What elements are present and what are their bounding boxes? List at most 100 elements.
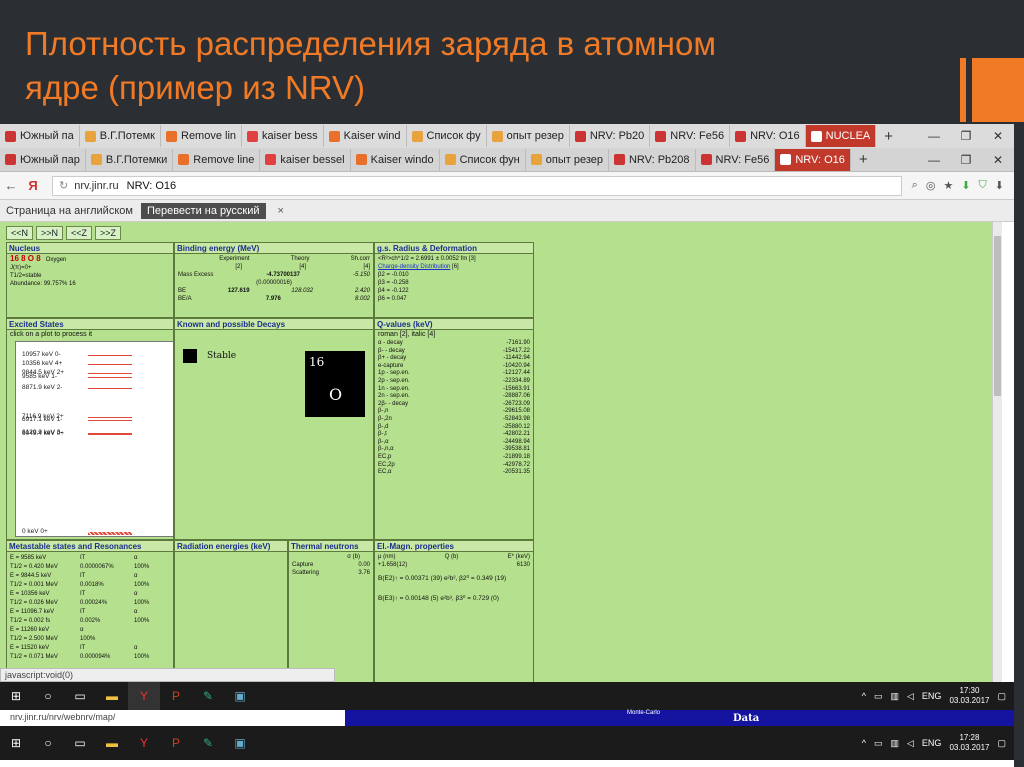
tab[interactable]: Remove line (173, 148, 261, 171)
translate-close-icon[interactable]: × (278, 205, 284, 217)
q-value-row: β- - decay -15417.22 (378, 347, 530, 354)
tab[interactable]: NRV: Fe56 (696, 148, 776, 171)
search-icon[interactable]: ○ (32, 682, 64, 710)
translate-button[interactable]: Перевести на русский (140, 202, 266, 219)
volume-icon[interactable]: ◁ (907, 738, 914, 749)
yandex-browser-icon[interactable]: Y (128, 682, 160, 710)
notifications-icon[interactable]: ▢ (997, 738, 1006, 749)
next-z-button[interactable]: >>Z (95, 226, 122, 240)
shield-icon[interactable]: ⛉ (979, 179, 987, 192)
back-tab[interactable]: NRV: O16 (730, 125, 806, 147)
slide-title-line1: Плотность распределения заряда в атомном (25, 25, 717, 62)
folder-icon[interactable]: ▬ (96, 729, 128, 757)
network-icon[interactable]: ▥ (890, 691, 899, 702)
back-tab[interactable]: опыт резер (487, 125, 570, 147)
prev-z-button[interactable]: <<Z (66, 226, 93, 240)
back-tab[interactable]: kaiser bess (242, 125, 324, 147)
windows-start-icon[interactable]: ⊞ (0, 682, 32, 710)
q-value-row: 2n - sep.en. -28887.06 (378, 393, 530, 400)
level-line[interactable] (88, 372, 132, 374)
menu-icon[interactable]: ⬇ (995, 179, 1004, 192)
reload-icon[interactable]: ↻ (59, 179, 68, 192)
charge-density-link[interactable]: Charge-density Distribution (378, 264, 450, 270)
q-value-row: β-,n -29615.08 (378, 408, 530, 415)
level-scheme-plot[interactable]: 10957 keV 0- 10356 keV 4+ 9844.5 keV 2+ 958… (15, 341, 173, 537)
new-tab-button[interactable]: + (876, 128, 901, 145)
tray-arrow-icon[interactable]: ^ (862, 691, 866, 701)
back-arrow-icon[interactable]: ← (0, 178, 22, 193)
tab[interactable]: kaiser bessel (260, 148, 351, 171)
page-scrollbar[interactable] (992, 222, 1002, 692)
tab[interactable]: опыт резер (526, 148, 609, 171)
level-line[interactable] (88, 416, 132, 418)
battery-icon[interactable]: ▭ (874, 691, 883, 702)
back-tab[interactable]: Remove lin (161, 125, 243, 147)
nucleus-square[interactable]: 16 O (305, 351, 365, 417)
download-icon[interactable]: ⬇ (961, 179, 970, 192)
image-viewer-icon[interactable]: ▣ (224, 729, 256, 757)
back-tab[interactable]: NRV: Fe56 (650, 125, 731, 147)
windows-start-icon[interactable]: ⊞ (0, 729, 32, 757)
paint-icon[interactable]: ✎ (192, 682, 224, 710)
close-icon[interactable]: ✕ (982, 129, 1014, 143)
search-icon[interactable]: ○ (32, 729, 64, 757)
url-field[interactable]: ↻ nrv.jinr.ru NRV: O16 (52, 175, 902, 196)
level-line[interactable] (88, 354, 132, 356)
decays-header: Known and possible Decays (175, 319, 373, 330)
tab[interactable]: Южный пар (0, 148, 86, 171)
protect-icon[interactable]: ◎ (926, 179, 936, 192)
back-tab[interactable]: Список фу (407, 125, 487, 147)
powerpoint-icon[interactable]: P (160, 682, 192, 710)
image-viewer-icon[interactable]: ▣ (224, 682, 256, 710)
tab[interactable]: В.Г.Потемки (86, 148, 174, 171)
notifications-icon[interactable]: ▢ (997, 691, 1006, 702)
task-view-icon[interactable]: ▭ (64, 729, 96, 757)
star-icon[interactable]: ★ (943, 179, 953, 192)
tab[interactable]: NRV: Pb208 (609, 148, 696, 171)
level-line[interactable] (88, 420, 132, 422)
level-line[interactable] (88, 364, 132, 366)
browser-tabbar-back: Южный па В.Г.Потемк Remove lin kaiser be… (0, 124, 1014, 148)
language-indicator[interactable]: ENG (922, 738, 942, 748)
nrv-page: <<N >>N <<Z >>Z Nucleus 16 8 O 8 Oxygen … (0, 222, 992, 692)
new-tab-button[interactable]: + (851, 151, 876, 168)
level-line[interactable] (88, 388, 132, 390)
back-tab-active[interactable]: NUCLEA (805, 125, 877, 147)
back-tab[interactable]: Kaiser wind (324, 125, 407, 147)
network-icon[interactable]: ▥ (890, 738, 899, 749)
back-tab[interactable]: В.Г.Потемк (80, 125, 161, 147)
yandex-browser-icon[interactable]: Y (128, 729, 160, 757)
powerpoint-icon[interactable]: P (160, 729, 192, 757)
volume-icon[interactable]: ◁ (907, 691, 914, 702)
level-line[interactable] (88, 376, 132, 378)
scroll-thumb[interactable] (994, 236, 1001, 396)
folder-icon[interactable]: ▬ (96, 682, 128, 710)
language-indicator[interactable]: ENG (922, 691, 942, 701)
clock[interactable]: 17:28 03.03.2017 (949, 733, 989, 753)
nucleus-spin: J(π)=0+ (10, 265, 32, 271)
q-value-row: β-,d -25880.12 (378, 423, 530, 430)
level-line[interactable] (88, 532, 132, 535)
next-n-button[interactable]: >>N (36, 226, 64, 240)
maximize-icon[interactable]: ❐ (950, 129, 982, 143)
battery-icon[interactable]: ▭ (874, 738, 883, 749)
prev-n-button[interactable]: <<N (6, 226, 34, 240)
tray-arrow-icon[interactable]: ^ (862, 738, 866, 748)
clock[interactable]: 17:30 03.03.2017 (949, 686, 989, 706)
minimize-icon[interactable]: — (918, 129, 950, 143)
tab-active[interactable]: NRV: O16 (775, 148, 851, 171)
back-tab[interactable]: Южный па (0, 125, 80, 147)
window-controls: — ❐ ✕ (918, 153, 1014, 167)
url-host: nrv.jinr.ru (74, 179, 119, 192)
maximize-icon[interactable]: ❐ (950, 153, 982, 167)
search-icon[interactable]: ⌕ (912, 179, 918, 192)
paint-icon[interactable]: ✎ (192, 729, 224, 757)
yandex-logo-icon[interactable]: Я (22, 178, 44, 193)
back-tab[interactable]: NRV: Pb20 (570, 125, 651, 147)
tab[interactable]: Kaiser windo (351, 148, 440, 171)
level-line[interactable] (88, 434, 132, 436)
close-icon[interactable]: ✕ (982, 153, 1014, 167)
tab[interactable]: Список фун (440, 148, 526, 171)
task-view-icon[interactable]: ▭ (64, 682, 96, 710)
minimize-icon[interactable]: — (918, 153, 950, 167)
